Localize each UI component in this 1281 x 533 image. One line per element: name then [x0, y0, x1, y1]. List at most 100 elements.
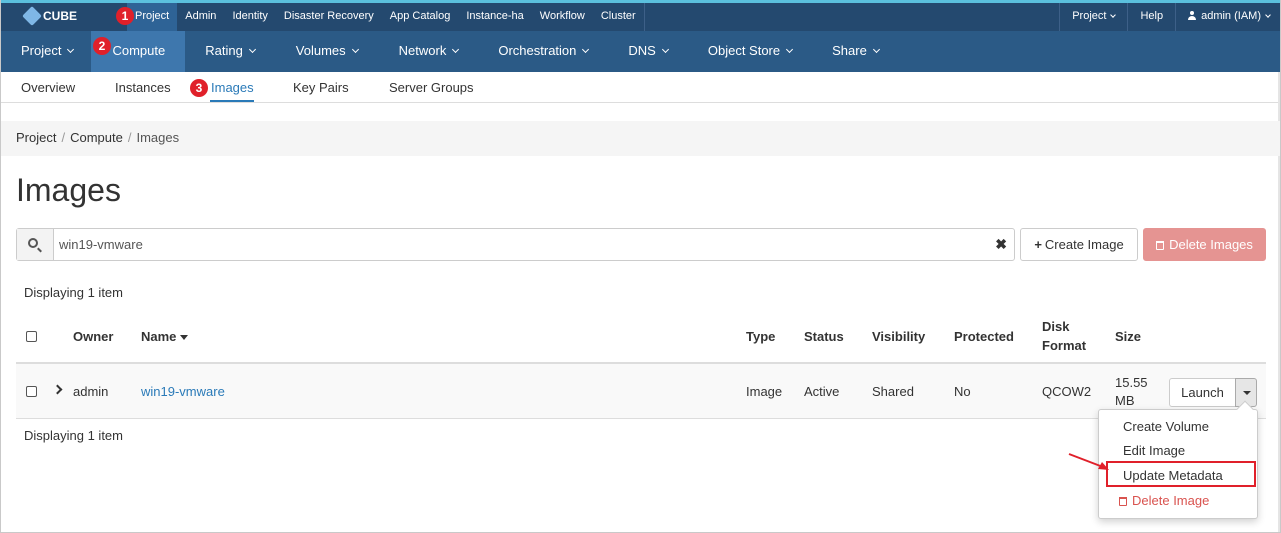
- step-badge-2: 2: [93, 37, 111, 55]
- top-nav-admin[interactable]: Admin: [177, 3, 224, 31]
- col-type[interactable]: Type: [746, 329, 775, 344]
- section-nav-object-store[interactable]: Object Store: [688, 31, 812, 72]
- section-nav-label: Compute: [112, 43, 166, 58]
- trash-icon: [1119, 497, 1127, 506]
- section-nav-rating[interactable]: Rating: [185, 31, 275, 72]
- top-nav-project[interactable]: Project: [127, 3, 178, 31]
- top-bar: CUBE Project Admin Identity Disaster Rec…: [1, 0, 1280, 31]
- cell-status: Active: [804, 384, 840, 399]
- menu-delete-image-label: Delete Image: [1132, 493, 1210, 508]
- user-menu[interactable]: admin (IAM): [1175, 3, 1280, 31]
- display-count-bottom: Displaying 1 item: [24, 428, 123, 443]
- delete-images-button[interactable]: Delete Images: [1143, 228, 1266, 261]
- project-dropdown[interactable]: Project: [1059, 3, 1127, 31]
- section-nav-network[interactable]: Network: [378, 31, 479, 72]
- menu-edit-image[interactable]: Edit Image: [1123, 443, 1185, 458]
- section-nav-label: Volumes: [295, 43, 346, 58]
- cell-protected: No: [954, 384, 971, 399]
- section-nav-volumes[interactable]: Volumes: [275, 31, 378, 72]
- breadcrumb-separator: /: [61, 130, 66, 145]
- tab-instances[interactable]: Instances: [115, 80, 171, 95]
- search-input[interactable]: [59, 229, 979, 260]
- select-all-checkbox[interactable]: [26, 331, 37, 342]
- expand-row-icon[interactable]: [52, 384, 63, 395]
- cube-logo-icon: [22, 6, 42, 26]
- section-nav-project[interactable]: Project: [1, 31, 91, 72]
- app-frame: CUBE Project Admin Identity Disaster Rec…: [0, 0, 1281, 533]
- pointer-arrow-icon: [1068, 453, 1109, 470]
- col-status[interactable]: Status: [804, 329, 844, 344]
- help-link[interactable]: Help: [1127, 3, 1175, 31]
- table-header: Owner Name Type Status Visibility Protec…: [16, 312, 1266, 364]
- create-image-button[interactable]: + Create Image: [1020, 228, 1138, 261]
- cell-size-unit: MB: [1115, 393, 1135, 408]
- cell-name-link[interactable]: win19-vmware: [141, 384, 225, 399]
- breadcrumb: Project / Compute / Images: [1, 121, 1280, 156]
- menu-delete-image[interactable]: Delete Image: [1119, 493, 1209, 508]
- breadcrumb-compute[interactable]: Compute: [70, 130, 123, 145]
- display-count-top: Displaying 1 item: [24, 285, 123, 300]
- top-nav-cluster[interactable]: Cluster: [593, 3, 644, 31]
- cell-owner: admin: [73, 384, 109, 399]
- top-nav-divider: [643, 3, 645, 31]
- section-nav-dns[interactable]: DNS: [608, 31, 687, 72]
- breadcrumb-images: Images: [136, 130, 180, 145]
- chevron-down-icon: [1110, 12, 1117, 18]
- launch-button[interactable]: Launch: [1169, 378, 1236, 407]
- section-nav-orchestration[interactable]: Orchestration: [478, 31, 608, 72]
- chevron-down-icon: [452, 45, 460, 54]
- col-name[interactable]: Name: [141, 329, 189, 344]
- tab-key-pairs[interactable]: Key Pairs: [293, 80, 349, 95]
- row-checkbox[interactable]: [26, 386, 37, 397]
- table-row: admin win19-vmware Image Active Shared N…: [16, 364, 1266, 419]
- search-icon: [28, 237, 38, 248]
- chevron-down-icon: [872, 45, 880, 54]
- breadcrumb-project[interactable]: Project: [16, 130, 56, 145]
- clear-search-icon[interactable]: ✖: [995, 236, 1007, 253]
- breadcrumb-separator: /: [127, 130, 132, 145]
- col-protected[interactable]: Protected: [954, 329, 1014, 344]
- chevron-down-icon: [248, 45, 256, 54]
- top-nav-workflow[interactable]: Workflow: [532, 3, 593, 31]
- col-disk-format-line1[interactable]: Disk: [1042, 319, 1069, 334]
- highlight-box: [1106, 461, 1256, 487]
- brand-logo[interactable]: CUBE: [22, 6, 78, 26]
- section-nav-label: Orchestration: [498, 43, 577, 58]
- user-name: admin (IAM): [1201, 10, 1261, 22]
- top-nav: Project Admin Identity Disaster Recovery…: [127, 3, 645, 31]
- cell-visibility: Shared: [872, 384, 914, 399]
- col-visibility[interactable]: Visibility: [872, 329, 925, 344]
- col-owner[interactable]: Owner: [73, 329, 113, 344]
- trash-icon: [1156, 241, 1165, 250]
- chevron-down-icon: [67, 45, 75, 54]
- chevron-down-icon: [786, 45, 794, 54]
- top-nav-disaster-recovery[interactable]: Disaster Recovery: [276, 3, 382, 31]
- tab-overview[interactable]: Overview: [21, 80, 75, 95]
- caret-down-icon: [1243, 391, 1251, 395]
- top-nav-identity[interactable]: Identity: [224, 3, 275, 31]
- tab-server-groups[interactable]: Server Groups: [389, 80, 474, 95]
- search-addon[interactable]: [17, 229, 54, 260]
- section-nav: Project Compute Rating Volumes Network O…: [1, 31, 1280, 72]
- page-title: Images: [16, 172, 121, 208]
- col-disk-format-line2[interactable]: Format: [1042, 338, 1086, 353]
- cell-type: Image: [746, 384, 783, 399]
- chevron-down-icon: [582, 45, 590, 54]
- top-nav-app-catalog[interactable]: App Catalog: [382, 3, 459, 31]
- tab-images[interactable]: Images: [211, 80, 254, 95]
- section-nav-share[interactable]: Share: [812, 31, 899, 72]
- delete-images-label: Delete Images: [1169, 237, 1253, 252]
- search-box: ✖: [16, 228, 1015, 261]
- active-tab-indicator: [210, 100, 254, 102]
- col-size[interactable]: Size: [1115, 329, 1141, 344]
- section-nav-label: Rating: [205, 43, 243, 58]
- brand-name: CUBE: [43, 9, 78, 23]
- chevron-down-icon: [1265, 12, 1271, 18]
- chevron-down-icon: [661, 45, 669, 54]
- user-icon: [1188, 11, 1197, 20]
- sort-desc-icon: [180, 335, 189, 340]
- top-nav-instance-ha[interactable]: Instance-ha: [458, 3, 531, 31]
- plus-icon: +: [1034, 237, 1042, 252]
- step-badge-1: 1: [116, 7, 134, 25]
- menu-create-volume[interactable]: Create Volume: [1123, 419, 1209, 434]
